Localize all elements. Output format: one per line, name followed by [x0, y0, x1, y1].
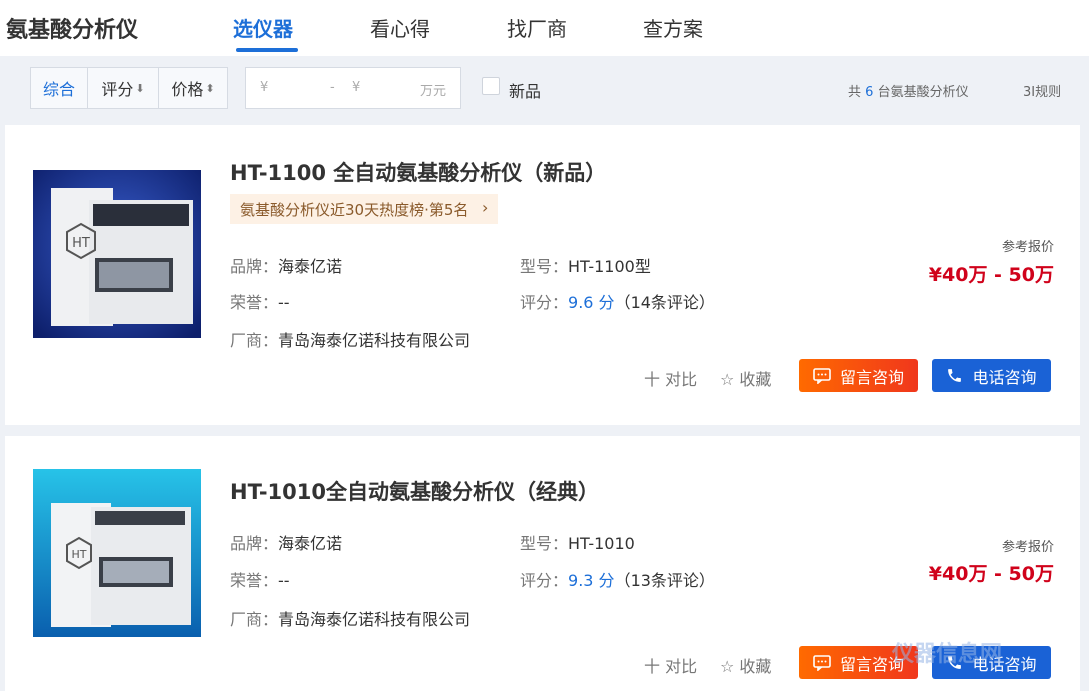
score-field: 评分：9.6 分（14条评论）: [520, 289, 715, 313]
score-field: 评分：9.3 分（13条评论）: [520, 567, 715, 591]
total-prefix: 共: [848, 85, 862, 100]
reference-price-label: 参考报价: [1001, 540, 1054, 555]
tab-select-instrument[interactable]: 选仪器: [233, 13, 293, 42]
phone-consult-label: 电话咨询: [972, 367, 1037, 387]
maker-value[interactable]: 青岛海泰亿诺科技有限公司: [278, 610, 470, 629]
price-range-input[interactable]: ¥ - ¥ 万元: [245, 67, 461, 109]
phone-icon: [948, 369, 962, 382]
honor-label: 荣誉：: [230, 293, 279, 312]
maker-value[interactable]: 青岛海泰亿诺科技有限公司: [278, 331, 470, 350]
price-value: ¥40万 - 50万: [928, 264, 1054, 286]
brand-label: 品牌：: [230, 534, 279, 553]
svg-text:HT: HT: [72, 236, 90, 251]
tab-solutions[interactable]: 查方案: [643, 13, 703, 42]
tab-manufacturers[interactable]: 找厂商: [507, 13, 567, 42]
product-title[interactable]: HT-1100 全自动氨基酸分析仪（新品）: [230, 157, 606, 187]
honor-field: 荣誉：--: [230, 567, 290, 591]
svg-text:HT: HT: [72, 548, 87, 561]
honor-value: --: [278, 571, 290, 590]
compare-link[interactable]: 十 对比: [644, 653, 697, 677]
score-value[interactable]: 9.3 分: [568, 571, 615, 590]
total-count: 6: [865, 85, 874, 100]
reference-price-label: 参考报价: [1001, 240, 1054, 255]
model-field: 型号：HT-1010: [520, 530, 635, 554]
sort-overall-label: 综合: [42, 80, 75, 99]
category-title: 氨基酸分析仪: [6, 18, 139, 43]
review-count[interactable]: （14条评论）: [615, 293, 715, 312]
sort-price-label: 价格: [171, 80, 204, 99]
honor-label: 荣誉：: [230, 571, 279, 590]
maker-field: 厂商：青岛海泰亿诺科技有限公司: [230, 606, 470, 630]
favorite-link[interactable]: ☆ 收藏: [720, 653, 771, 677]
phone-consult-button[interactable]: 电话咨询: [932, 359, 1051, 392]
rank-text: 氨基酸分析仪近30天热度榜·第5名: [240, 201, 469, 219]
model-value: HT-1010: [568, 534, 635, 553]
model-field: 型号：HT-1100型: [520, 253, 651, 277]
sort-price-button[interactable]: 价格 ⬍: [159, 68, 227, 108]
honor-value: --: [278, 293, 290, 312]
brand-field: 品牌：海泰亿诺: [230, 253, 342, 277]
sort-group: 综合 评分 ⬇ 价格 ⬍: [30, 67, 228, 109]
sort-desc-icon: ⬇: [135, 81, 145, 95]
product-image[interactable]: HT: [33, 170, 201, 338]
price-unit: 万元: [420, 84, 447, 99]
filter-bar: 综合 评分 ⬇ 价格 ⬍ ¥ - ¥ 万元 新品 共 6 台氨基酸分析仪 3I规…: [0, 56, 1089, 122]
message-consult-button[interactable]: 留言咨询: [799, 359, 918, 392]
maker-label: 厂商：: [230, 610, 279, 629]
brand-field: 品牌：海泰亿诺: [230, 530, 342, 554]
maker-field: 厂商：青岛海泰亿诺科技有限公司: [230, 327, 470, 351]
total-suffix: 台氨基酸分析仪: [877, 85, 969, 100]
score-label: 评分：: [520, 571, 569, 590]
message-consult-label: 留言咨询: [839, 367, 904, 387]
sort-updown-icon: ⬍: [205, 81, 215, 95]
price-range-dash: -: [330, 80, 335, 95]
brand-label: 品牌：: [230, 257, 279, 276]
brand-value: 海泰亿诺: [278, 257, 343, 276]
maker-label: 厂商：: [230, 331, 279, 350]
honor-field: 荣誉：--: [230, 289, 290, 313]
review-count[interactable]: （13条评论）: [615, 571, 715, 590]
sort-overall-button[interactable]: 综合: [31, 68, 88, 108]
score-label: 评分：: [520, 293, 569, 312]
price-max-currency: ¥: [352, 80, 361, 95]
site-watermark: 仪器信息网: [892, 642, 1003, 667]
model-label: 型号：: [520, 534, 569, 553]
new-product-checkbox[interactable]: [482, 77, 500, 95]
model-label: 型号：: [520, 257, 569, 276]
price-min-currency: ¥: [260, 80, 269, 95]
hot-rank-badge[interactable]: 氨基酸分析仪近30天热度榜·第5名 ›: [230, 194, 499, 224]
score-value[interactable]: 9.6 分: [568, 293, 615, 312]
compare-link[interactable]: 十 对比: [644, 366, 697, 390]
product-card: HT HT-1100 全自动氨基酸分析仪（新品） 氨基酸分析仪近30天热度榜·第…: [5, 125, 1080, 425]
price-value: ¥40万 - 50万: [928, 563, 1054, 585]
rules-link[interactable]: 3I规则: [1023, 81, 1061, 100]
sort-score-label: 评分: [101, 80, 134, 99]
product-title[interactable]: HT-1010全自动氨基酸分析仪（经典）: [230, 476, 599, 506]
top-nav: 氨基酸分析仪 选仪器 看心得 找厂商 查方案: [0, 0, 1089, 56]
new-product-label: 新品: [509, 82, 542, 101]
tab-experiences[interactable]: 看心得: [370, 13, 430, 42]
sort-score-button[interactable]: 评分 ⬇: [88, 68, 159, 108]
total-count-text: 共 6 台氨基酸分析仪: [848, 81, 969, 100]
favorite-link[interactable]: ☆ 收藏: [720, 366, 771, 390]
brand-value: 海泰亿诺: [278, 534, 343, 553]
chevron-right-icon: ›: [482, 198, 489, 217]
message-icon: [813, 367, 831, 384]
model-value: HT-1100型: [568, 257, 651, 276]
product-image[interactable]: HT: [33, 469, 201, 637]
active-tab-indicator: [236, 48, 298, 52]
message-icon: [813, 654, 831, 671]
